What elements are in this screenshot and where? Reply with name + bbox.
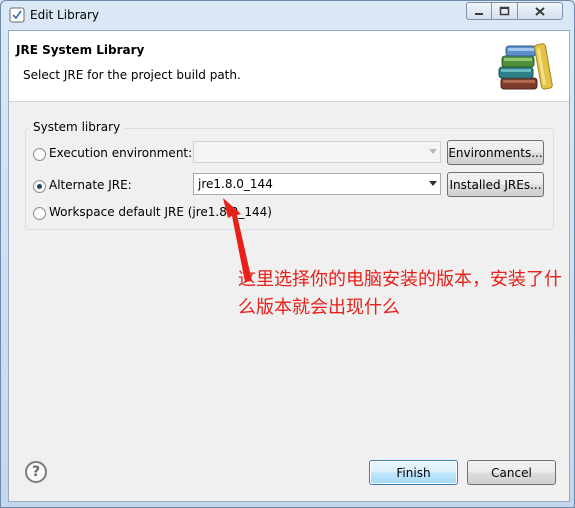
- dialog-client-area: JRE System Library Select JRE for the pr…: [8, 30, 570, 502]
- title-bar[interactable]: Edit Library: [1, 1, 574, 29]
- window-title: Edit Library: [30, 8, 100, 22]
- installed-jres-button[interactable]: Installed JREs...: [447, 172, 544, 197]
- group-label: System library: [29, 120, 125, 134]
- dialog-window: Edit Library JRE System Library Select J…: [0, 0, 575, 508]
- header-description: Select JRE for the project build path.: [23, 68, 241, 82]
- execution-environment-label: Execution environment:: [49, 146, 193, 160]
- radio-workspace-default[interactable]: [33, 207, 46, 220]
- help-icon: ?: [31, 464, 41, 480]
- header-title: JRE System Library: [16, 43, 145, 57]
- close-icon: [535, 6, 545, 16]
- help-button[interactable]: ?: [25, 461, 47, 483]
- close-button[interactable]: [518, 2, 563, 20]
- finish-button[interactable]: Finish: [369, 460, 458, 485]
- minimize-icon: [475, 13, 483, 15]
- alternate-jre-value: jre1.8.0_144: [198, 177, 273, 191]
- environments-button[interactable]: Environments...: [447, 140, 544, 165]
- alternate-jre-combo[interactable]: jre1.8.0_144: [193, 173, 441, 195]
- annotation-text: 这里选择你的电脑安装的版本，安装了什么版本就会出现什么: [238, 269, 562, 318]
- eclipse-app-icon: [9, 7, 25, 23]
- maximize-icon: [499, 6, 510, 16]
- dialog-header: JRE System Library Select JRE for the pr…: [9, 31, 569, 102]
- minimize-button[interactable]: [466, 2, 492, 20]
- library-books-icon: [498, 43, 553, 90]
- alternate-jre-label: Alternate JRE:: [49, 178, 132, 192]
- maximize-button[interactable]: [492, 2, 518, 20]
- chevron-down-icon: [429, 149, 437, 154]
- cancel-button[interactable]: Cancel: [467, 460, 556, 485]
- execution-environment-combo[interactable]: [193, 141, 441, 163]
- chevron-down-icon: [429, 181, 437, 186]
- radio-execution-environment[interactable]: [33, 148, 46, 161]
- radio-selected-dot: [37, 184, 42, 189]
- radio-alternate-jre[interactable]: [33, 180, 46, 193]
